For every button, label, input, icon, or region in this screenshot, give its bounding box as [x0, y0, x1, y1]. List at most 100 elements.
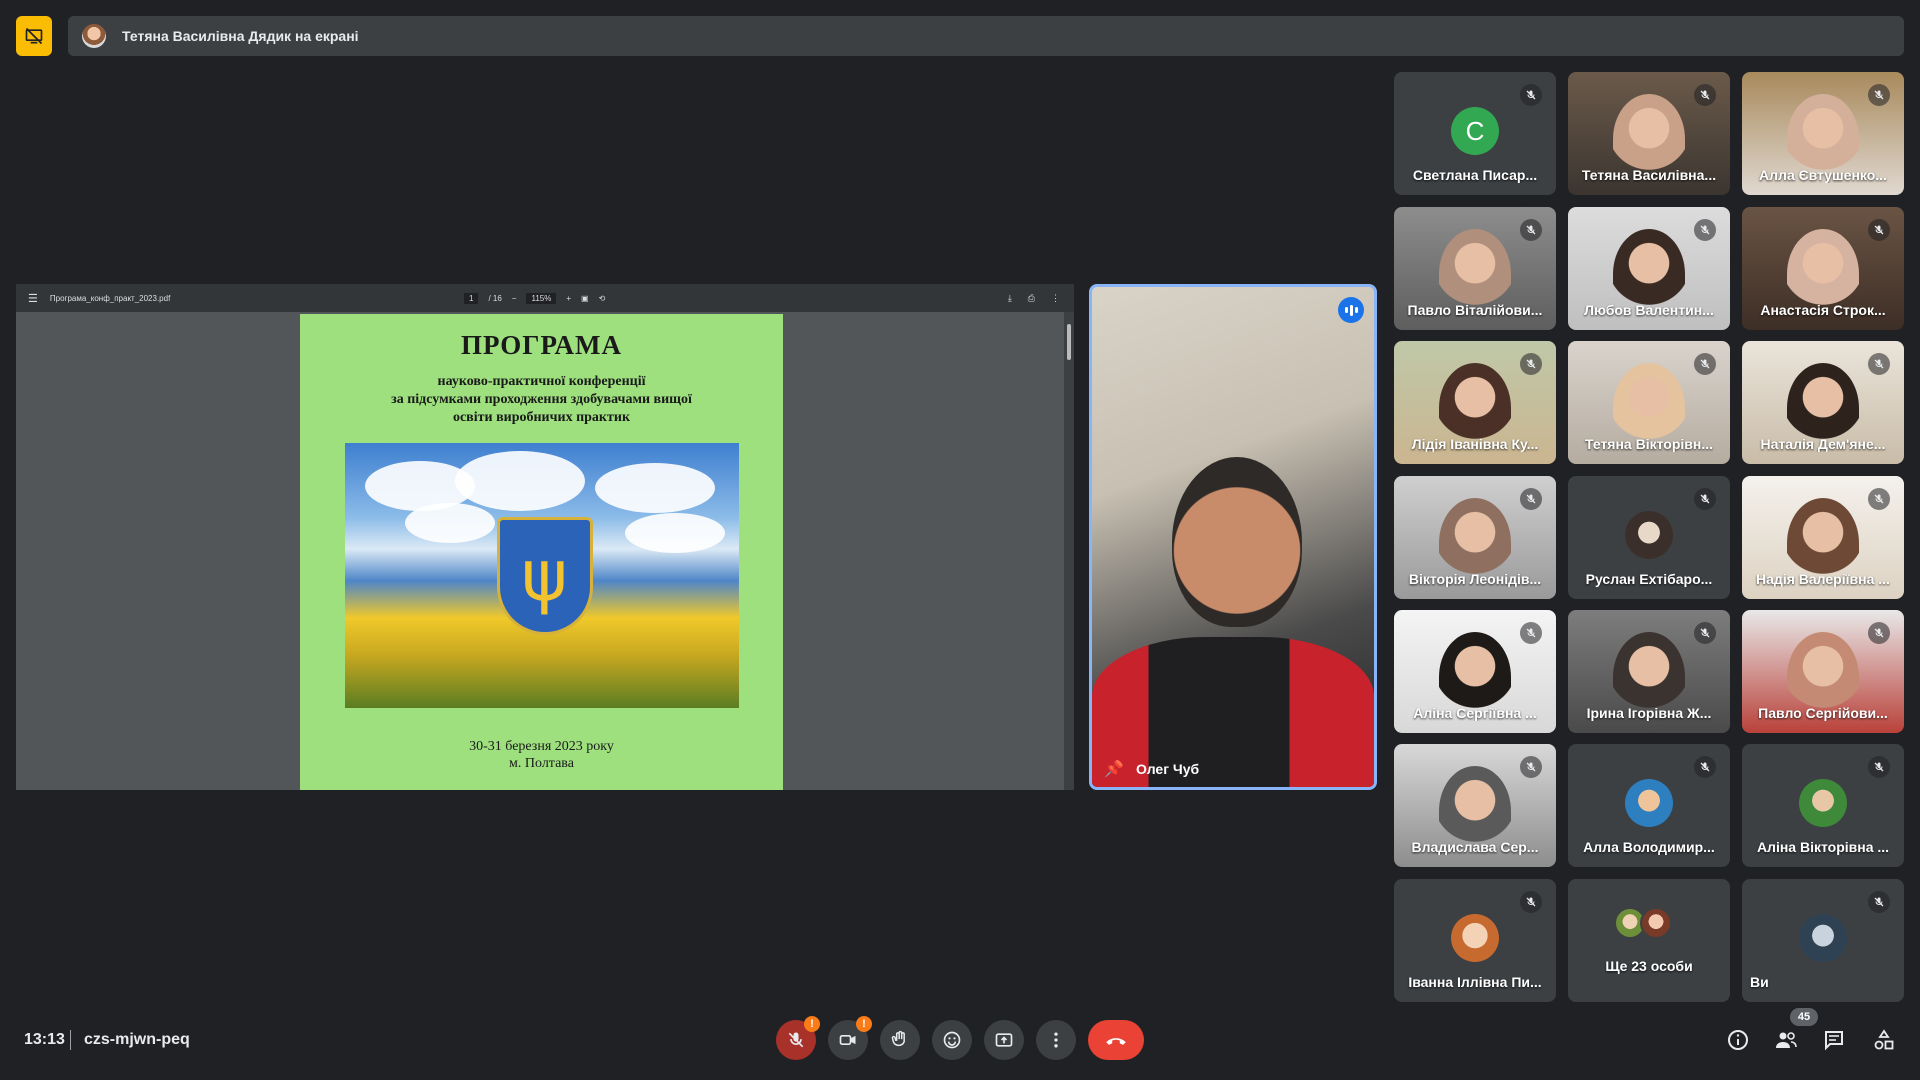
participant-tile[interactable]: Аліна Вікторівна ... — [1742, 744, 1904, 867]
rotate-icon[interactable]: ⟲ — [599, 294, 606, 303]
leave-call-button[interactable] — [1088, 1020, 1144, 1060]
participant-tile[interactable]: Ірина Ігорівна Ж... — [1568, 610, 1730, 733]
participant-name: Светлана Писар... — [1412, 167, 1538, 183]
participant-tile[interactable]: Тетяна Вікторівн... — [1568, 341, 1730, 464]
participant-tile[interactable]: Аліна Сергіївна ... — [1394, 610, 1556, 733]
subtitle-line: науково-практичної конференції — [437, 374, 646, 389]
active-speaker-tile[interactable]: 📌 Олег Чуб — [1089, 284, 1377, 790]
emoji-icon — [943, 1031, 961, 1049]
participant-tile[interactable]: Іванна Іллівна Пи... — [1394, 879, 1556, 1002]
participant-name: Вікторія Леонідів... — [1408, 571, 1542, 587]
mic-off-icon — [1694, 84, 1716, 106]
mic-off-icon — [1868, 84, 1890, 106]
subtitle-line: освіти виробничих практик — [452, 410, 631, 425]
participant-tile[interactable]: Руслан Ехтібаро... — [1568, 476, 1730, 599]
camera-button[interactable]: ! — [828, 1016, 872, 1060]
presenter-text: Тетяна Василівна Дядик на екрані — [122, 28, 359, 44]
participant-tile[interactable]: Любов Валентин... — [1568, 207, 1730, 330]
subtitle-line: за підсумками проходження здобувачами ви… — [391, 392, 692, 407]
meeting-time: 13:13 — [24, 1031, 65, 1048]
pin-icon[interactable]: 📌 — [1104, 759, 1124, 779]
mic-warning-badge: ! — [804, 1016, 820, 1032]
mic-off-icon — [1520, 219, 1542, 241]
participant-name: Ви — [1750, 974, 1769, 990]
present-button[interactable] — [984, 1020, 1024, 1060]
menu-icon[interactable]: ☰ — [28, 292, 38, 305]
zoom-out-icon[interactable]: − — [512, 294, 517, 303]
info-icon — [1728, 1030, 1748, 1050]
participant-name: Любов Валентин... — [1584, 302, 1714, 318]
camera-warning-badge: ! — [856, 1016, 872, 1032]
people-button[interactable] — [1772, 1026, 1800, 1054]
microphone-button[interactable]: ! — [776, 1016, 820, 1060]
more-options-button[interactable] — [1036, 1020, 1076, 1060]
speaker-video — [1172, 457, 1302, 627]
reactions-button[interactable] — [932, 1020, 972, 1060]
participant-name: Ірина Ігорівна Ж... — [1586, 705, 1712, 721]
chat-icon — [1825, 1031, 1843, 1051]
participant-tile[interactable]: Алла Володимир... — [1568, 744, 1730, 867]
document-city: м. Полтава — [509, 756, 574, 771]
participant-tile[interactable]: Владислава Сер... — [1394, 744, 1556, 867]
participant-name: Іванна Іллівна Пи... — [1408, 974, 1542, 990]
activities-button[interactable] — [1870, 1026, 1898, 1054]
mic-off-icon — [1520, 891, 1542, 913]
participant-tile[interactable]: Лідія Іванівна Ку... — [1394, 341, 1556, 464]
mic-off-icon — [1868, 353, 1890, 375]
participant-tile[interactable]: Ви — [1742, 879, 1904, 1002]
pdf-page: ПРОГРАМА науково-практичної конференції … — [300, 314, 783, 790]
page-current[interactable]: 1 — [464, 292, 479, 304]
hand-icon — [891, 1030, 905, 1047]
avatar — [1799, 914, 1847, 962]
participant-tile[interactable]: Алла Євтушенко... — [1742, 72, 1904, 195]
mic-off-icon — [1868, 756, 1890, 778]
coat-of-arms-icon: ψ — [496, 517, 593, 635]
zoom-level[interactable]: 115% — [526, 292, 557, 304]
people-icon — [1776, 1032, 1797, 1048]
avatar — [1625, 511, 1673, 559]
presenting-icon[interactable] — [16, 16, 52, 56]
participant-tile[interactable]: Анастасія Строк... — [1742, 207, 1904, 330]
print-icon[interactable]: ⎙ — [1028, 293, 1035, 304]
participant-tile[interactable]: С Светлана Писар... — [1394, 72, 1556, 195]
presenter-avatar — [82, 24, 106, 48]
meeting-code[interactable]: czs-mjwn-peq — [84, 1031, 190, 1049]
mic-off-icon — [1694, 622, 1716, 644]
mic-off-icon — [1520, 756, 1542, 778]
mic-off-icon — [1520, 488, 1542, 510]
participant-tile[interactable]: Вікторія Леонідів... — [1394, 476, 1556, 599]
participant-name: Тетяна Вікторівн... — [1584, 436, 1714, 452]
avatar — [1451, 914, 1499, 962]
avatar-letter: С — [1451, 107, 1499, 155]
participant-name: Тетяна Василівна... — [1581, 167, 1717, 183]
pdf-file-name: Програма_конф_практ_2023.pdf — [49, 293, 171, 303]
participant-name: Аліна Вікторівна ... — [1756, 839, 1890, 855]
pdf-scrollbar[interactable] — [1064, 312, 1074, 790]
participant-tile[interactable]: Наталія Дем'яне... — [1742, 341, 1904, 464]
participant-tile[interactable]: Павло Віталійови... — [1394, 207, 1556, 330]
raise-hand-button[interactable] — [880, 1020, 920, 1060]
speaking-indicator-icon — [1338, 297, 1364, 323]
chat-button[interactable] — [1820, 1026, 1848, 1054]
zoom-in-icon[interactable]: + — [566, 294, 571, 303]
participant-tile[interactable]: Надія Валеріївна ... — [1742, 476, 1904, 599]
participant-tile[interactable]: Ще 23 особи — [1568, 879, 1730, 1002]
present-screen-icon — [995, 1033, 1013, 1047]
document-date: 30-31 березня 2023 року — [469, 739, 614, 754]
participant-name: Надія Валеріївна ... — [1756, 571, 1890, 587]
mic-off-icon — [1694, 756, 1716, 778]
ukraine-flag-field-image: ψ — [344, 443, 739, 708]
participant-tile[interactable]: Тетяна Василівна... — [1568, 72, 1730, 195]
participant-name: Ще 23 особи — [1605, 958, 1693, 974]
more-options-icon[interactable]: ⋮ — [1051, 293, 1060, 304]
document-title: ПРОГРАМА — [460, 330, 623, 360]
participant-name: Павло Сергійови... — [1758, 705, 1888, 721]
participant-tile[interactable]: Павло Сергійови... — [1742, 610, 1904, 733]
meeting-details-button[interactable] — [1724, 1026, 1752, 1054]
shared-presentation[interactable]: ☰ Програма_конф_практ_2023.pdf 1 / 16 − … — [16, 284, 1074, 790]
participant-name: Павло Віталійови... — [1407, 302, 1543, 318]
participant-name: Аліна Сергіївна ... — [1413, 705, 1537, 721]
download-icon[interactable]: ⤓ — [1008, 293, 1012, 304]
fit-page-icon[interactable]: ▣ — [581, 294, 589, 303]
more-participants-avatars — [1614, 907, 1672, 939]
